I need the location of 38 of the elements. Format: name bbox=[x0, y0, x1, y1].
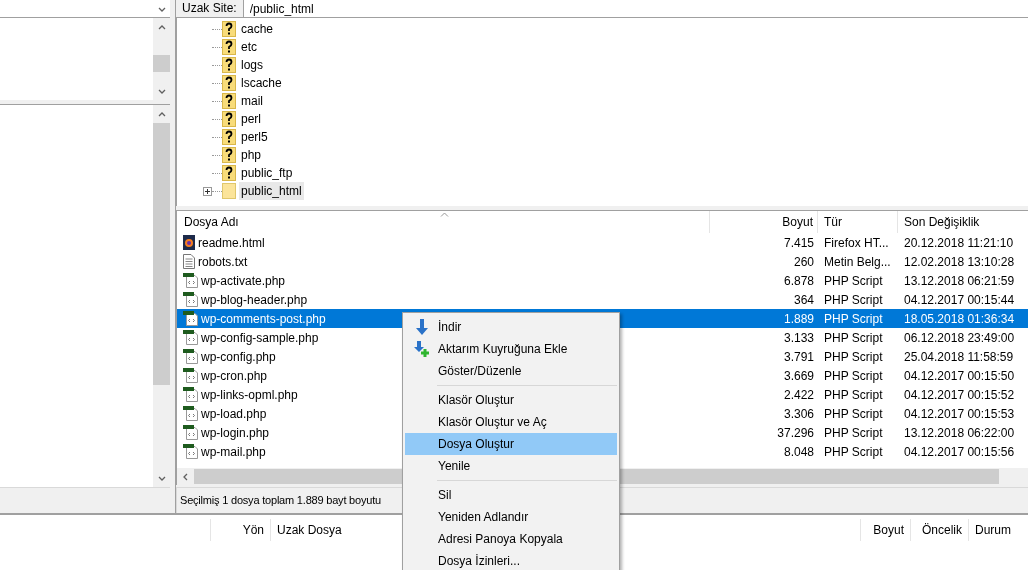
file-modified: 13.12.2018 06:22:00 bbox=[903, 424, 1016, 442]
file-modified: 04.12.2017 00:15:56 bbox=[903, 443, 1016, 461]
file-size: 6.878 bbox=[782, 272, 815, 290]
file-type: PHP Script bbox=[823, 310, 884, 328]
file-type: PHP Script bbox=[823, 386, 884, 404]
file-type: PHP Script bbox=[823, 424, 884, 442]
file-size: 364 bbox=[792, 291, 815, 309]
file-type: Firefox HT... bbox=[823, 234, 890, 252]
file-type: PHP Script bbox=[823, 329, 884, 347]
file-size: 37.296 bbox=[776, 424, 815, 442]
status-text: Seçilmiş 1 dosya toplam 1.889 bayt boyutu bbox=[180, 493, 381, 509]
file-size: 3.306 bbox=[782, 405, 815, 423]
file-type: PHP Script bbox=[823, 272, 884, 290]
file-modified: 04.12.2017 00:15:44 bbox=[903, 291, 1016, 309]
file-modified: 12.02.2018 13:10:28 bbox=[903, 253, 1016, 271]
file-modified: 25.04.2018 11:58:59 bbox=[903, 348, 1015, 366]
file-type: PHP Script bbox=[823, 291, 884, 309]
file-modified: 04.12.2017 00:15:50 bbox=[903, 367, 1016, 385]
remote-site-label: Uzak Site: bbox=[176, 0, 244, 18]
file-size: 3.133 bbox=[782, 329, 815, 347]
file-type: PHP Script bbox=[823, 348, 884, 366]
file-modified: 06.12.2018 23:49:00 bbox=[903, 329, 1016, 347]
file-size: 1.889 bbox=[782, 310, 815, 328]
file-size: 3.791 bbox=[782, 348, 815, 366]
file-type: PHP Script bbox=[823, 443, 884, 461]
file-modified: 13.12.2018 06:21:59 bbox=[903, 272, 1016, 290]
file-size: 2.422 bbox=[782, 386, 815, 404]
file-modified: 04.12.2017 00:15:52 bbox=[903, 386, 1016, 404]
file-size: 8.048 bbox=[782, 443, 815, 461]
file-type: PHP Script bbox=[823, 405, 884, 423]
file-size: 260 bbox=[792, 253, 815, 271]
file-modified: 18.05.2018 01:36:34 bbox=[903, 310, 1016, 328]
file-size: 3.669 bbox=[782, 367, 815, 385]
file-type: PHP Script bbox=[823, 367, 884, 385]
file-size: 7.415 bbox=[782, 234, 815, 252]
file-type: Metin Belg... bbox=[823, 253, 892, 271]
file-modified: 04.12.2017 00:15:53 bbox=[903, 405, 1016, 423]
file-modified: 20.12.2018 11:21:10 bbox=[903, 234, 1015, 252]
